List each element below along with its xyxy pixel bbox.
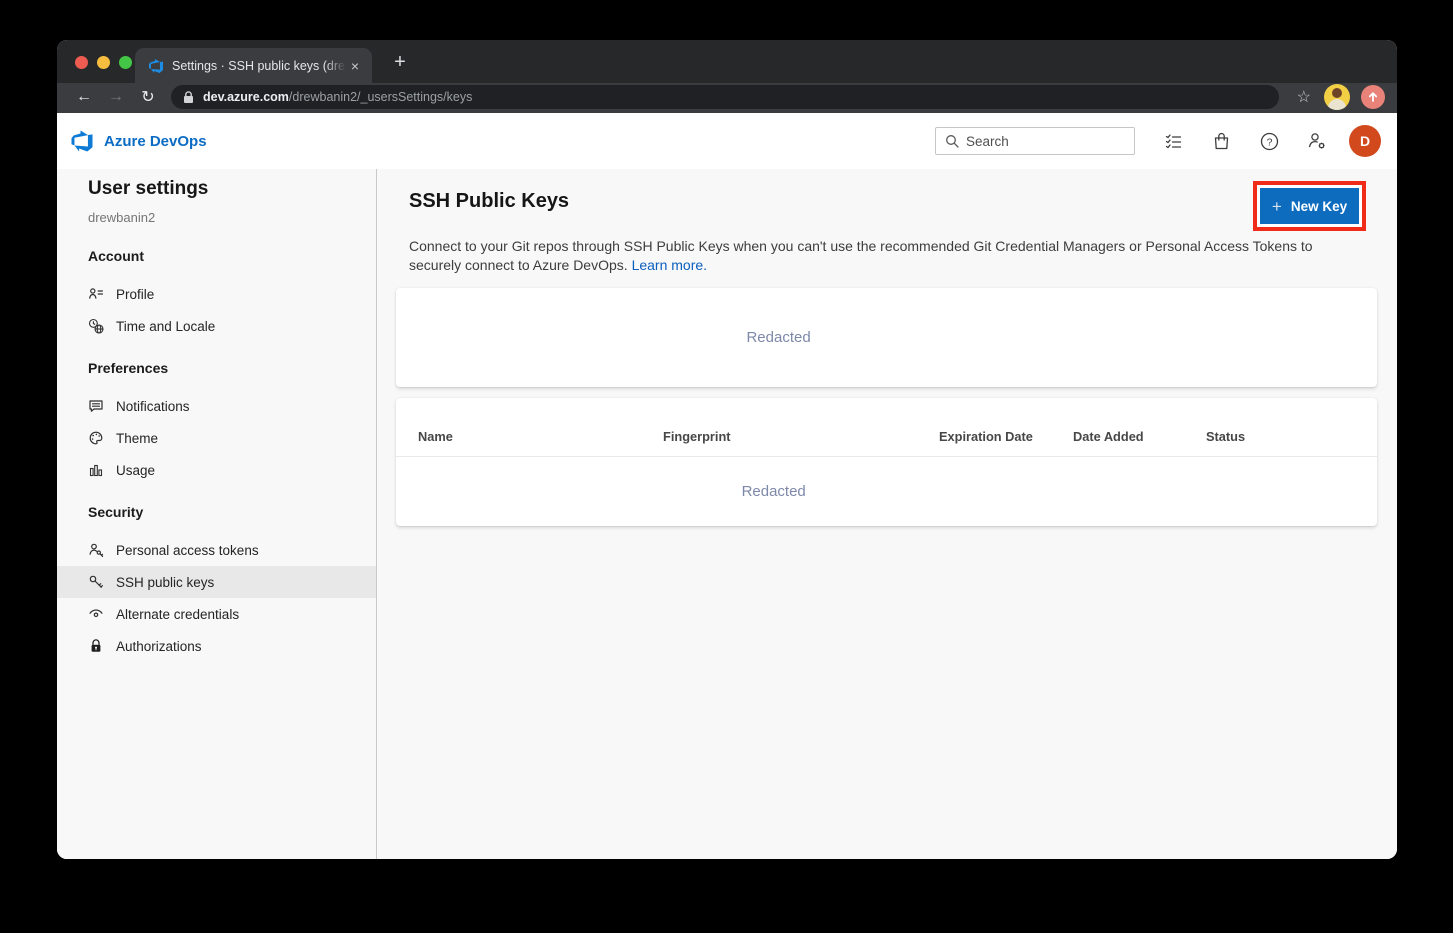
- profile-icon: [88, 286, 104, 302]
- search-box[interactable]: [935, 127, 1135, 155]
- table-body: Redacted: [396, 457, 1377, 526]
- tab-title: Settings · SSH public keys (dre: [172, 59, 346, 73]
- ssh-key-icon: [88, 574, 104, 590]
- brand-title[interactable]: Azure DevOps: [104, 133, 207, 150]
- column-header-name: Name: [418, 429, 663, 444]
- sidebar-item-notifications[interactable]: Notifications: [57, 390, 376, 422]
- alternate-credentials-eye-icon: [88, 606, 104, 622]
- sidebar-item-label: Usage: [116, 463, 155, 478]
- section-title-account: Account: [88, 246, 376, 266]
- authorizations-lock-icon: [88, 638, 104, 654]
- sidebar-item-personal-access-tokens[interactable]: Personal access tokens: [57, 534, 376, 566]
- sidebar-item-ssh-public-keys[interactable]: SSH public keys: [57, 566, 376, 598]
- sidebar-item-label: Time and Locale: [116, 319, 215, 334]
- column-header-fingerprint: Fingerprint: [663, 429, 939, 444]
- table-header-row: Name Fingerprint Expiration Date Date Ad…: [396, 398, 1377, 457]
- time-locale-icon: [88, 318, 104, 334]
- sidebar-item-authorizations[interactable]: Authorizations: [57, 630, 376, 662]
- avatar-body-shape: [1328, 99, 1346, 110]
- sidebar-item-theme[interactable]: Theme: [57, 422, 376, 454]
- page-description: Connect to your Git repos through SSH Pu…: [409, 237, 1347, 274]
- sidebar-org-name: drewbanin2: [88, 210, 376, 226]
- sidebar-item-label: Theme: [116, 431, 158, 446]
- sidebar-title: User settings: [88, 177, 376, 201]
- address-bar[interactable]: dev.azure.com/drewbanin2/_usersSettings/…: [171, 85, 1279, 109]
- user-avatar[interactable]: D: [1349, 125, 1381, 157]
- marketplace-bag-icon[interactable]: [1197, 124, 1245, 158]
- browser-window: Settings · SSH public keys (dre × + ← → …: [57, 40, 1397, 859]
- tab-title-fade: [324, 59, 346, 73]
- sidebar-item-profile[interactable]: Profile: [57, 278, 376, 310]
- app-header: Azure DevOps ?: [57, 113, 1397, 169]
- url-text: dev.azure.com/drewbanin2/_usersSettings/…: [203, 90, 472, 104]
- reload-icon[interactable]: ↻: [135, 85, 161, 109]
- redacted-placeholder: Redacted: [746, 329, 810, 346]
- app-body: User settings drewbanin2 Account Profile: [57, 169, 1397, 859]
- new-tab-button[interactable]: +: [387, 49, 413, 75]
- avatar-head-shape: [1332, 88, 1342, 98]
- forward-icon: →: [103, 85, 129, 109]
- azure-devops-logo-icon[interactable]: [70, 129, 94, 153]
- user-settings-gear-icon[interactable]: [1293, 124, 1341, 158]
- sidebar-item-label: Authorizations: [116, 639, 202, 654]
- page-title: SSH Public Keys: [409, 188, 1377, 214]
- minimize-window-button[interactable]: [97, 56, 110, 69]
- zoom-window-button[interactable]: [119, 56, 132, 69]
- search-input[interactable]: [966, 134, 1125, 149]
- sidebar-item-time-and-locale[interactable]: Time and Locale: [57, 310, 376, 342]
- new-key-button-label: New Key: [1291, 199, 1347, 214]
- browser-tab[interactable]: Settings · SSH public keys (dre ×: [135, 48, 372, 83]
- usage-barchart-icon: [88, 462, 104, 478]
- close-window-button[interactable]: [75, 56, 88, 69]
- sidebar-item-label: Personal access tokens: [116, 543, 259, 558]
- redacted-placeholder: Redacted: [742, 483, 806, 500]
- window-controls: [75, 56, 132, 69]
- back-icon[interactable]: ←: [71, 85, 97, 109]
- sidebar-item-alternate-credentials[interactable]: Alternate credentials: [57, 598, 376, 630]
- column-header-expiration-date: Expiration Date: [939, 429, 1073, 444]
- svg-text:?: ?: [1266, 136, 1272, 148]
- sidebar-item-label: SSH public keys: [116, 575, 214, 590]
- backlog-list-icon[interactable]: [1149, 124, 1197, 158]
- ssh-key-form-card: Redacted: [396, 288, 1377, 387]
- column-header-status: Status: [1206, 429, 1377, 444]
- search-icon: [945, 134, 959, 148]
- browser-toolbar: ← → ↻ dev.azure.com/drewbanin2/_usersSet…: [57, 83, 1397, 113]
- sidebar-item-label: Alternate credentials: [116, 607, 239, 622]
- ssh-keys-table-card: Name Fingerprint Expiration Date Date Ad…: [396, 398, 1377, 526]
- browser-update-icon[interactable]: [1361, 85, 1385, 109]
- tab-favicon-azure-devops-icon: [148, 58, 164, 74]
- column-header-date-added: Date Added: [1073, 429, 1206, 444]
- screenshot-stage: Settings · SSH public keys (dre × + ← → …: [0, 0, 1453, 933]
- sidebar-item-label: Notifications: [116, 399, 190, 414]
- lock-icon: [183, 91, 194, 104]
- section-title-preferences: Preferences: [88, 358, 376, 378]
- browser-tabstrip: Settings · SSH public keys (dre × +: [57, 40, 1397, 83]
- annotation-highlight-box: + New Key: [1253, 181, 1366, 231]
- tab-close-icon[interactable]: ×: [346, 57, 364, 75]
- plus-icon: +: [1272, 198, 1282, 215]
- sidebar-item-label: Profile: [116, 287, 154, 302]
- new-key-button[interactable]: + New Key: [1260, 188, 1359, 224]
- notifications-icon: [88, 398, 104, 414]
- sidebar-item-usage[interactable]: Usage: [57, 454, 376, 486]
- help-icon[interactable]: ?: [1245, 124, 1293, 158]
- main-content: SSH Public Keys + New Key Connect to you…: [377, 169, 1397, 859]
- section-title-security: Security: [88, 502, 376, 522]
- theme-palette-icon: [88, 430, 104, 446]
- browser-profile-avatar[interactable]: [1324, 84, 1350, 110]
- bookmark-star-icon[interactable]: ☆: [1297, 87, 1311, 107]
- azure-devops-app: Azure DevOps ?: [57, 113, 1397, 859]
- personal-access-tokens-icon: [88, 542, 104, 558]
- settings-sidebar: User settings drewbanin2 Account Profile: [57, 169, 377, 859]
- learn-more-link[interactable]: Learn more.: [632, 257, 707, 273]
